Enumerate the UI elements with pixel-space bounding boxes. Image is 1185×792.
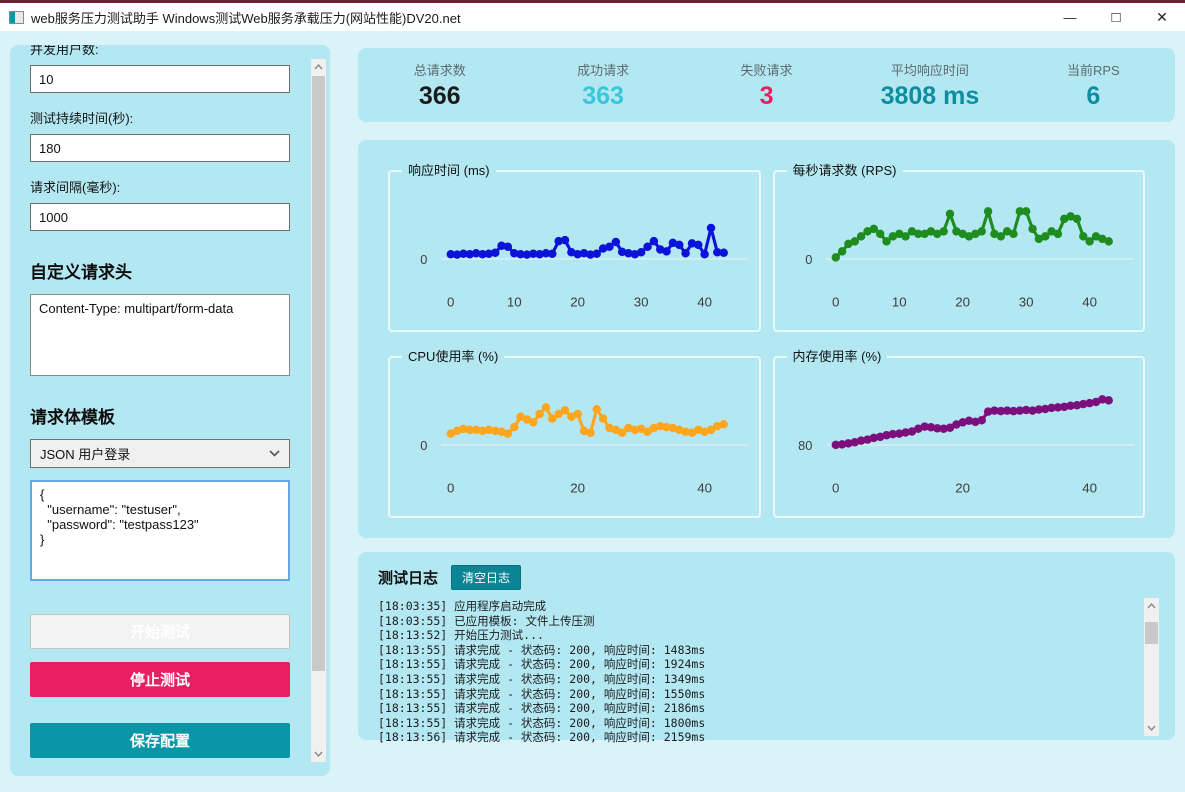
- scroll-down-icon[interactable]: [311, 746, 326, 762]
- stat-success-requests: 成功请求 363: [521, 48, 684, 122]
- svg-text:40: 40: [1082, 480, 1097, 495]
- svg-text:20: 20: [955, 480, 970, 495]
- charts-panel: 响应时间 (ms) 0010203040 每秒请求数 (RPS) 0010203…: [358, 140, 1175, 538]
- duration-input[interactable]: [30, 134, 290, 162]
- selected-template-label: JSON 用户登录: [40, 444, 269, 463]
- save-config-button[interactable]: 保存配置: [30, 723, 290, 758]
- stats-panel: 总请求数 366 成功请求 363 失败请求 3 平均响应时间 3808 ms …: [358, 48, 1175, 122]
- stat-value: 3808 ms: [881, 82, 980, 111]
- memory-usage-chart: 内存使用率 (%) 8002040: [773, 356, 1146, 518]
- rps-chart: 每秒请求数 (RPS) 0010203040: [773, 170, 1146, 332]
- chart-canvas: 0 0 10 20 30 40: [390, 172, 759, 330]
- svg-text:40: 40: [697, 294, 712, 309]
- custom-headers-heading: 自定义请求头: [30, 258, 290, 283]
- scroll-up-icon[interactable]: [1144, 598, 1159, 614]
- log-title: 测试日志: [378, 567, 438, 588]
- body-template-select[interactable]: JSON 用户登录: [30, 439, 290, 468]
- sidebar-scrollbar-thumb[interactable]: [312, 76, 325, 671]
- stat-value: 363: [582, 82, 624, 111]
- titlebar: web服务压力测试助手 Windows测试Web服务承载压力(网站性能)DV20…: [0, 0, 1185, 31]
- svg-text:10: 10: [507, 294, 522, 309]
- svg-text:20: 20: [955, 294, 970, 309]
- response-time-chart: 响应时间 (ms) 0010203040: [388, 170, 761, 332]
- stat-value: 6: [1086, 82, 1100, 111]
- maximize-icon: □: [1111, 9, 1120, 26]
- svg-text:30: 30: [1018, 294, 1033, 309]
- svg-text:20: 20: [570, 480, 585, 495]
- duration-label: 测试持续时间(秒):: [30, 108, 290, 127]
- stat-label: 总请求数: [414, 60, 466, 79]
- svg-text:0: 0: [832, 480, 839, 495]
- maximize-button[interactable]: □: [1093, 3, 1139, 31]
- stat-failed-requests: 失败请求 3: [685, 48, 848, 122]
- svg-text:80: 80: [798, 438, 812, 453]
- scroll-up-icon[interactable]: [311, 59, 326, 75]
- app-icon: [9, 11, 24, 24]
- log-scrollbar[interactable]: [1144, 598, 1159, 736]
- headers-textarea[interactable]: Content-Type: multipart/form-data: [30, 294, 290, 376]
- minimize-icon: —: [1064, 10, 1077, 25]
- scroll-down-icon[interactable]: [1144, 720, 1159, 736]
- stat-total-requests: 总请求数 366: [358, 48, 521, 122]
- chevron-down-icon: [269, 450, 280, 457]
- svg-text:0: 0: [447, 480, 454, 495]
- chart-canvas: 0 0 10 20 30 40: [775, 172, 1144, 330]
- stat-current-rps: 当前RPS 6: [1012, 48, 1175, 122]
- config-sidebar: 并发用户数: 测试持续时间(秒): 请求间隔(毫秒): 自定义请求头 Conte…: [10, 45, 330, 776]
- svg-text:0: 0: [420, 252, 427, 267]
- svg-text:40: 40: [697, 480, 712, 495]
- stat-label: 平均响应时间: [891, 60, 969, 79]
- svg-text:0: 0: [805, 252, 812, 267]
- minimize-button[interactable]: —: [1047, 3, 1093, 31]
- svg-text:0: 0: [420, 438, 427, 453]
- stat-value: 3: [760, 82, 774, 111]
- stat-label: 当前RPS: [1067, 60, 1120, 79]
- stat-value: 366: [419, 82, 461, 111]
- app-window: { "window": { "title": "web服务压力测试助手 Wind…: [0, 0, 1185, 792]
- stat-label: 成功请求: [577, 60, 629, 79]
- svg-text:20: 20: [570, 294, 585, 309]
- start-test-button[interactable]: 开始测试: [30, 614, 290, 649]
- request-body-textarea[interactable]: { "username": "testuser", "password": "t…: [30, 480, 290, 581]
- close-icon: ✕: [1156, 9, 1168, 26]
- sidebar-scrollbar[interactable]: [311, 59, 326, 762]
- log-entries[interactable]: [18:03:35] 应用程序启动完成 [18:03:55] 已应用模板: 文件…: [378, 599, 1155, 745]
- interval-input[interactable]: [30, 203, 290, 231]
- svg-text:0: 0: [447, 294, 454, 309]
- stat-avg-response-time: 平均响应时间 3808 ms: [848, 48, 1011, 122]
- svg-text:40: 40: [1082, 294, 1097, 309]
- concurrent-users-label: 并发用户数:: [30, 45, 290, 58]
- svg-text:30: 30: [634, 294, 649, 309]
- close-button[interactable]: ✕: [1139, 3, 1185, 31]
- stop-test-button[interactable]: 停止测试: [30, 662, 290, 697]
- chart-canvas: 0 0 20 40: [390, 358, 759, 516]
- stat-label: 失败请求: [741, 60, 793, 79]
- svg-text:0: 0: [832, 294, 839, 309]
- cpu-usage-chart: CPU使用率 (%) 002040: [388, 356, 761, 518]
- log-panel: 测试日志 清空日志 [18:03:35] 应用程序启动完成 [18:03:55]…: [358, 552, 1175, 740]
- body-template-heading: 请求体模板: [30, 403, 290, 428]
- concurrent-users-input[interactable]: [30, 65, 290, 93]
- interval-label: 请求间隔(毫秒):: [30, 177, 290, 196]
- log-scrollbar-thumb[interactable]: [1145, 622, 1158, 644]
- chart-canvas: 80 0 20 40: [775, 358, 1144, 516]
- clear-log-button[interactable]: 清空日志: [451, 565, 521, 590]
- svg-text:10: 10: [891, 294, 906, 309]
- window-title: web服务压力测试助手 Windows测试Web服务承载压力(网站性能)DV20…: [31, 8, 1047, 27]
